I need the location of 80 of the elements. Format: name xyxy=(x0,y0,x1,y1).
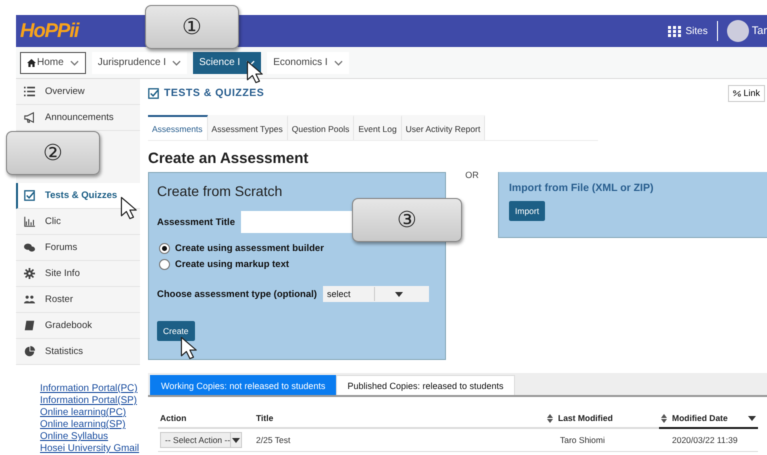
checkbox-icon xyxy=(148,88,159,98)
callout: ③ xyxy=(352,198,462,242)
tab[interactable]: Assessments xyxy=(148,115,208,140)
pie-chart-icon xyxy=(24,346,35,357)
table-cell: Taro Shiomi xyxy=(545,428,659,452)
caret-icon xyxy=(395,292,404,296)
tab[interactable]: Event Log xyxy=(354,115,402,140)
field-label: Choose assessment type (optional) xyxy=(157,288,317,300)
site-tab[interactable]: Jurisprudence I xyxy=(92,52,188,74)
tab[interactable]: User Activity Report xyxy=(402,115,486,140)
tool-title: TESTS & QUIZZES xyxy=(164,87,264,99)
site-tab[interactable]: Economics I xyxy=(267,52,349,74)
chevron-icon xyxy=(70,60,79,66)
sidebar-item[interactable]: Tests & Quizzes xyxy=(16,183,140,209)
sort-icon xyxy=(547,414,553,422)
sidebar-item[interactable]: Forums xyxy=(16,235,140,261)
callout: ① xyxy=(145,5,239,49)
radio-label: Create using markup text xyxy=(175,259,290,270)
action-dropdown[interactable]: -- Select Action -- xyxy=(160,432,242,448)
logo[interactable]: HoPPii xyxy=(20,20,78,42)
sidebar-link[interactable]: Information Portal(SP) xyxy=(40,395,140,406)
user-name[interactable]: Tar xyxy=(752,25,767,37)
title-field[interactable] xyxy=(240,211,355,233)
cursor-icon xyxy=(120,196,137,220)
type-dropdown[interactable]: select xyxy=(322,286,429,302)
column-header[interactable]: Title xyxy=(254,411,545,428)
chevron-icon xyxy=(246,60,256,66)
tab[interactable]: Assessment Types xyxy=(208,115,288,140)
chevron-icon xyxy=(172,60,182,66)
sidebar-item[interactable]: Roster xyxy=(16,287,140,313)
caret-icon xyxy=(748,416,756,420)
people-icon xyxy=(24,294,35,305)
sidebar-link[interactable]: Information Portal(PC) xyxy=(40,383,140,394)
checkbox-icon xyxy=(24,190,35,201)
sidebar-item[interactable]: Statistics xyxy=(16,339,140,365)
cursor-icon xyxy=(180,336,197,360)
create-button[interactable]: Create xyxy=(157,321,195,341)
callout: ② xyxy=(6,131,100,175)
page-heading: Create an Assessment xyxy=(148,150,310,167)
sidebar-link[interactable]: Online learning(SP) xyxy=(40,419,140,430)
column-header[interactable]: Modified Date xyxy=(659,411,758,428)
sort-icon xyxy=(661,414,667,422)
sidebar-link[interactable]: Online learning(PC) xyxy=(40,407,140,418)
site-tab[interactable]: Home xyxy=(20,52,86,74)
sidebar-link[interactable]: Hosei University Gmail xyxy=(40,443,140,454)
chat-icon xyxy=(24,242,35,253)
table-cell: 2020/03/22 11:39 xyxy=(659,428,758,452)
link-button[interactable]: Link xyxy=(728,84,765,102)
home-icon xyxy=(27,58,36,66)
field-label: Assessment Title xyxy=(157,216,235,228)
sidebar-link[interactable]: Online Syllabus xyxy=(40,431,140,442)
radio-label: Create using assessment builder xyxy=(175,243,324,254)
link-icon xyxy=(733,90,742,96)
tab[interactable]: Working Copies: not released to students xyxy=(150,375,336,395)
sidebar-item[interactable]: Overview xyxy=(16,79,140,105)
sidebar-item[interactable]: Clic xyxy=(16,209,140,235)
chevron-icon xyxy=(334,60,343,66)
caret-icon xyxy=(232,438,240,442)
bar-chart-icon xyxy=(24,216,35,227)
table-cell: 2/25 Test xyxy=(254,428,545,452)
megaphone-icon xyxy=(24,112,35,123)
tab[interactable]: Published Copies: released to students xyxy=(336,375,515,395)
panel-title: Create from Scratch xyxy=(157,183,284,199)
radio-button[interactable] xyxy=(159,259,170,270)
sidebar-item[interactable]: Gradebook xyxy=(16,313,140,339)
avatar[interactable] xyxy=(726,20,749,42)
list-icon xyxy=(24,86,35,97)
sidebar-item[interactable]: Site Info xyxy=(16,261,140,287)
gear-icon xyxy=(24,268,35,279)
panel-title: Import from File (XML or ZIP) xyxy=(509,182,654,194)
tab[interactable]: Question Pools xyxy=(288,115,354,140)
sidebar-item[interactable]: Announcements xyxy=(16,105,140,131)
book-icon xyxy=(24,320,35,331)
column-header[interactable]: Last Modified xyxy=(545,411,659,428)
or-label: OR xyxy=(464,170,480,180)
import-button[interactable]: Import xyxy=(509,201,546,221)
column-header[interactable]: Action xyxy=(158,411,254,428)
radio-button[interactable] xyxy=(159,243,170,254)
grid-icon xyxy=(668,26,682,36)
sites-button[interactable]: Sites xyxy=(668,21,718,41)
